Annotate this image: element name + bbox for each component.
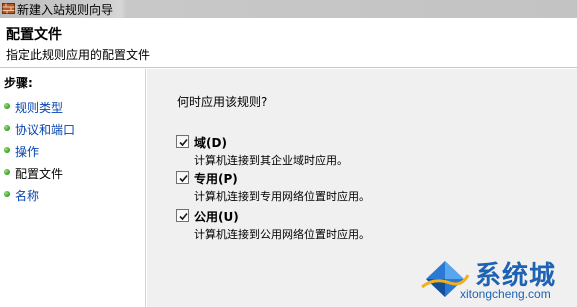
option-private: 专用(P) 计算机连接到专用网络位置时应用。: [176, 169, 566, 205]
question-label: 何时应用该规则?: [177, 95, 268, 109]
step-bullet-icon: [4, 147, 10, 153]
step-label: 协议和端口: [15, 123, 76, 137]
watermark-url: xitongcheng.com: [460, 287, 551, 301]
step-bullet-icon: [4, 169, 10, 175]
page-title: 配置文件: [6, 27, 62, 43]
checkmark-icon: [179, 138, 188, 147]
checkmark-icon: [179, 174, 188, 183]
title-bar: 新建入站规则向导: [0, 0, 577, 18]
option-public: 公用(U) 计算机连接到公用网络位置时应用。: [176, 207, 566, 243]
step-name[interactable]: 名称: [0, 185, 145, 205]
firewall-rule-icon: [2, 3, 15, 14]
private-description: 计算机连接到专用网络位置时应用。: [194, 190, 370, 203]
step-protocol-ports[interactable]: 协议和端口: [0, 119, 145, 139]
step-label: 规则类型: [15, 101, 64, 115]
watermark: 系统城 xitongcheng.com: [420, 255, 577, 307]
domain-label[interactable]: 域(D): [194, 134, 227, 151]
window-title: 新建入站规则向导: [17, 3, 114, 17]
step-label: 配置文件: [15, 167, 64, 181]
checkmark-icon: [179, 212, 188, 221]
private-checkbox[interactable]: [176, 171, 189, 184]
steps-heading: 步骤:: [4, 76, 33, 90]
private-label[interactable]: 专用(P): [194, 170, 238, 187]
steps-sidebar: 步骤: 规则类型 协议和端口 操作 配置文件 名称: [0, 69, 146, 307]
wizard-header: 配置文件 指定此规则应用的配置文件: [0, 18, 577, 68]
public-checkbox[interactable]: [176, 209, 189, 222]
domain-checkbox[interactable]: [176, 135, 189, 148]
public-description: 计算机连接到公用网络位置时应用。: [194, 228, 370, 241]
step-action[interactable]: 操作: [0, 141, 145, 161]
step-bullet-icon: [4, 103, 10, 109]
domain-description: 计算机连接到其企业域时应用。: [194, 154, 348, 167]
step-label: 操作: [15, 145, 40, 159]
step-profile[interactable]: 配置文件: [0, 163, 145, 183]
step-bullet-icon: [4, 125, 10, 131]
step-rule-type[interactable]: 规则类型: [0, 97, 145, 117]
step-bullet-icon: [4, 191, 10, 197]
public-label[interactable]: 公用(U): [194, 208, 239, 225]
option-domain: 域(D) 计算机连接到其企业域时应用。: [176, 133, 566, 169]
step-label: 名称: [15, 189, 40, 203]
page-subtitle: 指定此规则应用的配置文件: [6, 48, 151, 62]
